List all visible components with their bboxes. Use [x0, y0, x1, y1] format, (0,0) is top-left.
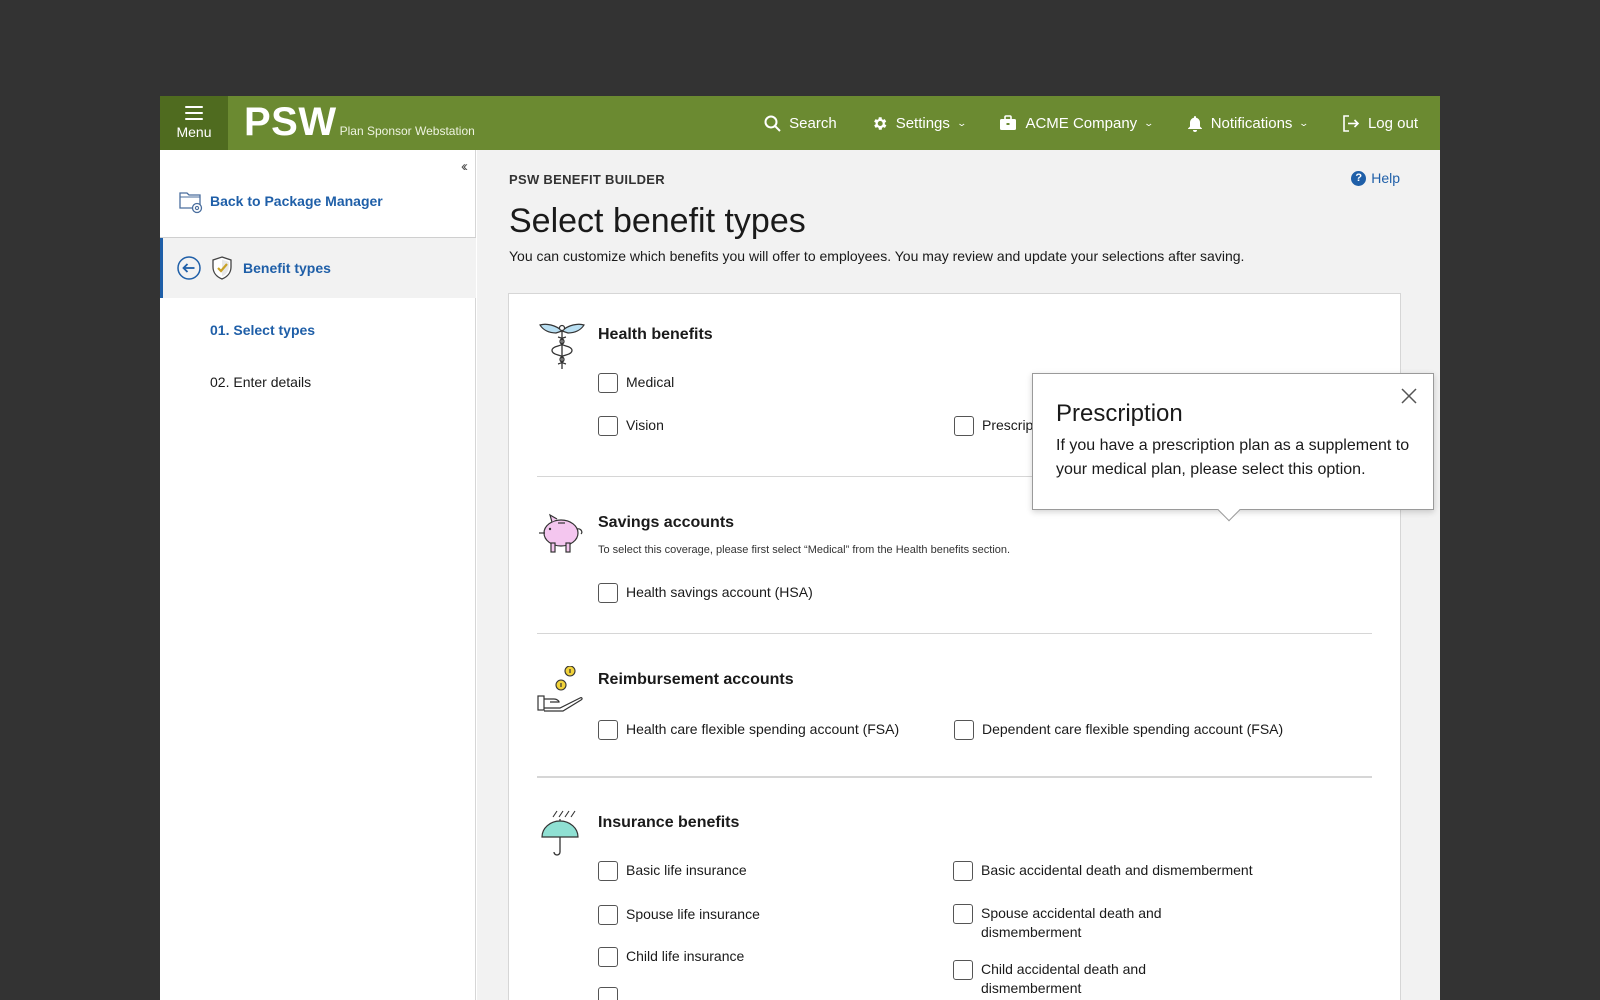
child-add-checkbox[interactable]: Child accidental death and dismemberment — [953, 960, 1213, 998]
child-life-insurance-checkbox[interactable]: Child life insurance — [598, 947, 744, 967]
checkbox-label: Vision — [626, 417, 664, 433]
section-divider — [537, 776, 1372, 778]
checkbox-label: Child life insurance — [626, 948, 745, 964]
caduceus-icon — [539, 323, 585, 369]
help-link[interactable]: ? Help — [1351, 170, 1400, 186]
basic-life-insurance-checkbox[interactable]: Basic life insurance — [598, 861, 747, 881]
checkbox-label: Spouse life insurance — [626, 906, 760, 922]
section-note: To select this coverage, please first se… — [598, 544, 1011, 556]
checkbox-label: Health savings account (HSA) — [626, 584, 813, 600]
page-description: You can customize which benefits you wil… — [509, 248, 1245, 264]
logo-main: PSW — [244, 100, 337, 144]
search-label: Search — [789, 114, 837, 132]
chevron-down-icon: ⌄ — [1298, 117, 1310, 128]
logo-subtitle: Plan Sponsor Webstation — [339, 124, 475, 138]
section-title: Health benefits — [598, 326, 713, 343]
checkbox-partial[interactable] — [598, 987, 618, 1000]
notifications-label: Notifications — [1210, 114, 1293, 132]
checkbox-box[interactable] — [598, 861, 618, 881]
checkbox-box[interactable] — [598, 373, 618, 393]
checkbox-label: Basic accidental death and dismemberment — [981, 862, 1253, 878]
popover-body: If you have a prescription plan as a sup… — [1056, 437, 1410, 478]
health-care-fsa-checkbox[interactable]: Health care flexible spending account (F… — [598, 720, 899, 740]
menu-button[interactable]: Menu — [160, 96, 228, 150]
close-icon[interactable] — [1399, 386, 1419, 406]
logout-label: Log out — [1367, 114, 1418, 132]
help-label: Help — [1371, 170, 1400, 186]
eyebrow-label: PSW BENEFIT BUILDER — [509, 172, 665, 187]
piggy-bank-icon — [539, 513, 583, 553]
back-link-label: Back to Package Manager — [210, 193, 383, 209]
shield-check-icon — [212, 256, 232, 280]
checkbox-box[interactable] — [953, 904, 973, 924]
medical-checkbox[interactable]: Medical — [598, 373, 674, 393]
checkbox-box[interactable] — [953, 960, 973, 980]
checkbox-label: Dependent care flexible spending account… — [982, 721, 1284, 737]
hamburger-icon — [185, 106, 203, 120]
sidebar: ‹‹ Back to Package Manager Benefit types… — [160, 150, 476, 1000]
top-nav: Search Settings ⌄ ACME Company ⌄ Notific… — [730, 96, 1418, 150]
folder-gear-icon — [179, 192, 203, 214]
back-arrow-circle-icon[interactable] — [177, 256, 201, 280]
company-label: ACME Company — [1025, 114, 1138, 132]
popover-title: Prescription — [1056, 400, 1183, 427]
reimbursement-accounts-section: Reimbursement accounts Health care flexi… — [537, 666, 1372, 766]
briefcase-icon — [1000, 115, 1017, 130]
app-window: Menu PSW Plan Sponsor Webstation Search … — [160, 96, 1440, 1000]
settings-menu[interactable]: Settings ⌄ — [871, 114, 967, 132]
checkbox-box[interactable] — [598, 947, 618, 967]
section-title: Savings accounts — [598, 514, 735, 531]
main-content: PSW BENEFIT BUILDER ? Help Select benefi… — [477, 150, 1440, 1000]
notifications-menu[interactable]: Notifications ⌄ — [1187, 114, 1310, 132]
bell-icon — [1187, 115, 1202, 132]
vision-checkbox[interactable]: Vision — [598, 416, 664, 436]
checkbox-box[interactable] — [954, 720, 974, 740]
hand-coins-icon — [537, 666, 583, 712]
sidebar-item-benefit-types[interactable]: Benefit types — [160, 238, 476, 298]
umbrella-icon — [541, 810, 579, 856]
checkbox-box[interactable] — [598, 987, 618, 1000]
checkbox-box[interactable] — [598, 720, 618, 740]
collapse-sidebar-icon[interactable]: ‹‹ — [461, 158, 468, 175]
back-to-package-manager-link[interactable]: Back to Package Manager — [178, 188, 383, 214]
checkbox-box[interactable] — [954, 416, 974, 436]
section-divider — [537, 633, 1372, 634]
search-button[interactable]: Search — [764, 115, 837, 132]
section-title: Insurance benefits — [598, 814, 740, 831]
basic-add-checkbox[interactable]: Basic accidental death and dismemberment — [953, 861, 1253, 881]
page-title: Select benefit types — [509, 202, 806, 240]
sidebar-item-label: Benefit types — [243, 260, 331, 276]
checkbox-label: Health care flexible spending account (F… — [626, 721, 900, 737]
top-bar: Menu PSW Plan Sponsor Webstation Search … — [160, 96, 1440, 150]
logo[interactable]: PSW Plan Sponsor Webstation — [244, 100, 475, 144]
gear-icon — [873, 116, 887, 130]
section-title: Reimbursement accounts — [598, 671, 794, 688]
insurance-benefits-section: Insurance benefits Basic life insurance … — [537, 809, 1372, 1000]
checkbox-label: Basic life insurance — [626, 862, 747, 878]
step-select-types[interactable]: 01. Select types — [210, 322, 315, 338]
checkbox-box[interactable] — [598, 416, 618, 436]
checkbox-box[interactable] — [953, 861, 973, 881]
savings-accounts-section: Savings accounts To select this coverage… — [537, 509, 1372, 619]
search-icon — [764, 115, 781, 132]
checkbox-label: Spouse accidental death and dismembermen… — [981, 905, 1162, 940]
help-icon: ? — [1351, 170, 1367, 186]
company-menu[interactable]: ACME Company ⌄ — [999, 114, 1155, 132]
checkbox-label: Child accidental death and dismemberment — [981, 961, 1147, 996]
logout-button[interactable]: Log out — [1342, 115, 1418, 132]
prescription-popover: Prescription If you have a prescription … — [1032, 373, 1434, 522]
chevron-down-icon: ⌄ — [1143, 117, 1155, 128]
spouse-life-insurance-checkbox[interactable]: Spouse life insurance — [598, 905, 760, 925]
step-enter-details[interactable]: 02. Enter details — [210, 374, 311, 390]
settings-label: Settings — [895, 114, 950, 132]
checkbox-box[interactable] — [598, 583, 618, 603]
checkbox-box[interactable] — [598, 905, 618, 925]
dependent-care-fsa-checkbox[interactable]: Dependent care flexible spending account… — [954, 720, 1283, 740]
checkbox-label: Medical — [626, 374, 675, 390]
logout-icon — [1343, 114, 1360, 132]
chevron-down-icon: ⌄ — [956, 117, 967, 128]
menu-label: Menu — [176, 124, 212, 140]
spouse-add-checkbox[interactable]: Spouse accidental death and dismembermen… — [953, 904, 1213, 942]
hsa-checkbox[interactable]: Health savings account (HSA) — [598, 583, 813, 603]
